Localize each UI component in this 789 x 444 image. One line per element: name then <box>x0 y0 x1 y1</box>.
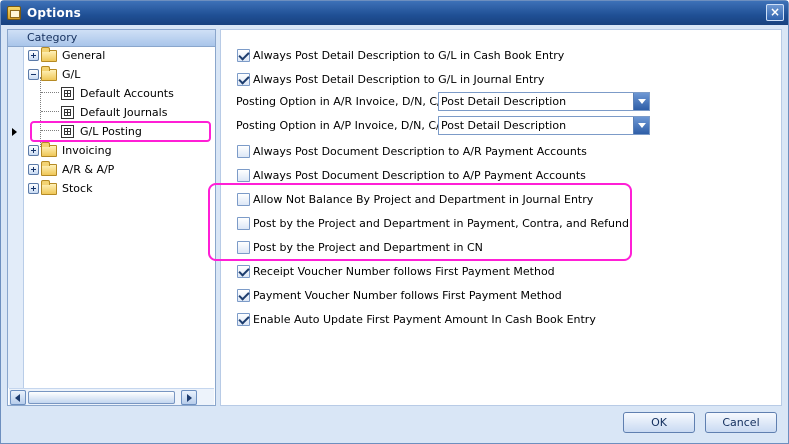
option-label: Payment Voucher Number follows First Pay… <box>253 288 562 302</box>
expand-plus-icon[interactable] <box>28 50 39 61</box>
tree-connector <box>41 92 59 93</box>
checkbox-checked[interactable] <box>237 48 250 62</box>
checkbox-unchecked[interactable] <box>237 216 250 230</box>
grid-document-icon <box>61 125 74 138</box>
tree-item-label: Stock <box>62 182 93 195</box>
tree-item-label: General <box>62 49 106 62</box>
checkbox-unchecked[interactable] <box>237 192 250 206</box>
tree-connector <box>40 77 41 147</box>
checkbox-unchecked[interactable] <box>237 240 250 254</box>
ap-posting-option-select[interactable]: Post Detail Description <box>438 115 650 135</box>
ar-posting-option-select[interactable]: Post Detail Description <box>438 91 650 111</box>
ar-posting-option: Posting Option in A/R Invoice, D/N, C/N … <box>236 91 650 111</box>
expand-plus-icon[interactable] <box>28 145 39 156</box>
options-window: Options × Category General G/L Default A… <box>0 0 789 444</box>
tree-item-label: Invoicing <box>62 144 112 157</box>
expand-plus-icon[interactable] <box>28 164 39 175</box>
checkbox-unchecked[interactable] <box>237 168 250 182</box>
ok-button[interactable]: OK <box>623 412 695 433</box>
tree-item-default-accounts[interactable]: Default Accounts <box>61 84 174 103</box>
tree-item-ar-ap[interactable]: A/R & A/P <box>28 160 114 179</box>
grid-document-icon <box>61 87 74 100</box>
tree-item-label: A/R & A/P <box>62 163 115 176</box>
option-allow-not-balance[interactable]: Allow Not Balance By Project and Departm… <box>237 191 593 207</box>
checkbox-checked[interactable] <box>237 72 250 86</box>
ap-posting-option: Posting Option in A/P Invoice, D/N, C/N … <box>236 115 650 135</box>
category-tree: Category General G/L Default Accounts De… <box>7 29 216 406</box>
category-header: Category <box>8 30 215 47</box>
option-auto-update-first-payment[interactable]: Enable Auto Update First Payment Amount … <box>237 311 596 327</box>
select-value: Post Detail Description <box>441 118 567 132</box>
option-ap-payment-doc-desc[interactable]: Always Post Document Description to A/P … <box>237 167 586 183</box>
option-label: Always Post Document Description to A/R … <box>253 144 587 158</box>
option-label: Post by the Project and Department in Pa… <box>253 216 629 230</box>
option-label: Receipt Voucher Number follows First Pay… <box>253 264 555 278</box>
tree-item-label: G/L <box>62 68 81 81</box>
folder-icon <box>41 179 57 195</box>
chevron-down-icon[interactable] <box>633 116 649 134</box>
checkbox-checked[interactable] <box>237 288 250 302</box>
chevron-down-icon[interactable] <box>633 92 649 110</box>
option-post-project-dept-cn[interactable]: Post by the Project and Department in CN <box>237 239 483 255</box>
horizontal-scrollbar[interactable] <box>9 388 214 405</box>
tree-item-gl-posting[interactable]: G/L Posting <box>61 122 142 141</box>
scroll-right-icon[interactable] <box>181 390 197 405</box>
tree-item-label: G/L Posting <box>80 125 142 138</box>
current-row-indicator <box>12 128 17 136</box>
collapse-minus-icon[interactable] <box>28 69 39 80</box>
folder-icon <box>41 46 57 62</box>
option-label: Always Post Detail Description to G/L in… <box>253 48 565 62</box>
checkbox-checked[interactable] <box>237 312 250 326</box>
tree-connector <box>41 111 59 112</box>
window-title: Options <box>27 6 81 20</box>
tree-item-default-journals[interactable]: Default Journals <box>61 103 167 122</box>
scroll-left-icon[interactable] <box>10 390 26 405</box>
option-post-project-dept-payment[interactable]: Post by the Project and Department in Pa… <box>237 215 629 231</box>
option-receipt-voucher-number[interactable]: Receipt Voucher Number follows First Pay… <box>237 263 555 279</box>
cancel-button[interactable]: Cancel <box>705 412 777 433</box>
checkbox-checked[interactable] <box>237 264 250 278</box>
grid-document-icon <box>61 106 74 119</box>
option-label: Allow Not Balance By Project and Departm… <box>253 192 594 206</box>
tree-item-general[interactable]: General <box>28 46 105 65</box>
checkbox-unchecked[interactable] <box>237 144 250 158</box>
tree-connector <box>41 130 59 131</box>
tree-item-label: Default Accounts <box>80 87 174 100</box>
option-payment-voucher-number[interactable]: Payment Voucher Number follows First Pay… <box>237 287 562 303</box>
scroll-thumb[interactable] <box>28 391 175 404</box>
option-label: Always Post Document Description to A/P … <box>253 168 586 182</box>
option-journal-detail-desc[interactable]: Always Post Detail Description to G/L in… <box>237 71 544 87</box>
folder-icon <box>41 65 57 81</box>
expand-plus-icon[interactable] <box>28 183 39 194</box>
option-label: Enable Auto Update First Payment Amount … <box>253 312 596 326</box>
tree-item-label: Default Journals <box>80 106 168 119</box>
gl-posting-settings-panel: Always Post Detail Description to G/L in… <box>220 29 782 406</box>
title-bar[interactable]: Options × <box>1 1 788 25</box>
select-label: Posting Option in A/P Invoice, D/N, C/N <box>236 118 448 132</box>
option-label: Always Post Detail Description to G/L in… <box>253 72 545 86</box>
close-icon[interactable]: × <box>766 4 784 21</box>
select-value: Post Detail Description <box>441 94 567 108</box>
option-cashbook-detail-desc[interactable]: Always Post Detail Description to G/L in… <box>237 47 564 63</box>
folder-icon <box>41 160 57 176</box>
folder-icon <box>41 141 57 157</box>
row-indicator-column <box>8 47 24 388</box>
option-ar-payment-doc-desc[interactable]: Always Post Document Description to A/R … <box>237 143 587 159</box>
option-label: Post by the Project and Department in CN <box>253 240 483 254</box>
tree-item-invoicing[interactable]: Invoicing <box>28 141 112 160</box>
options-app-icon <box>7 6 21 20</box>
tree-item-gl[interactable]: G/L <box>28 65 80 84</box>
tree-item-stock[interactable]: Stock <box>28 179 92 198</box>
select-label: Posting Option in A/R Invoice, D/N, C/N <box>236 94 449 108</box>
